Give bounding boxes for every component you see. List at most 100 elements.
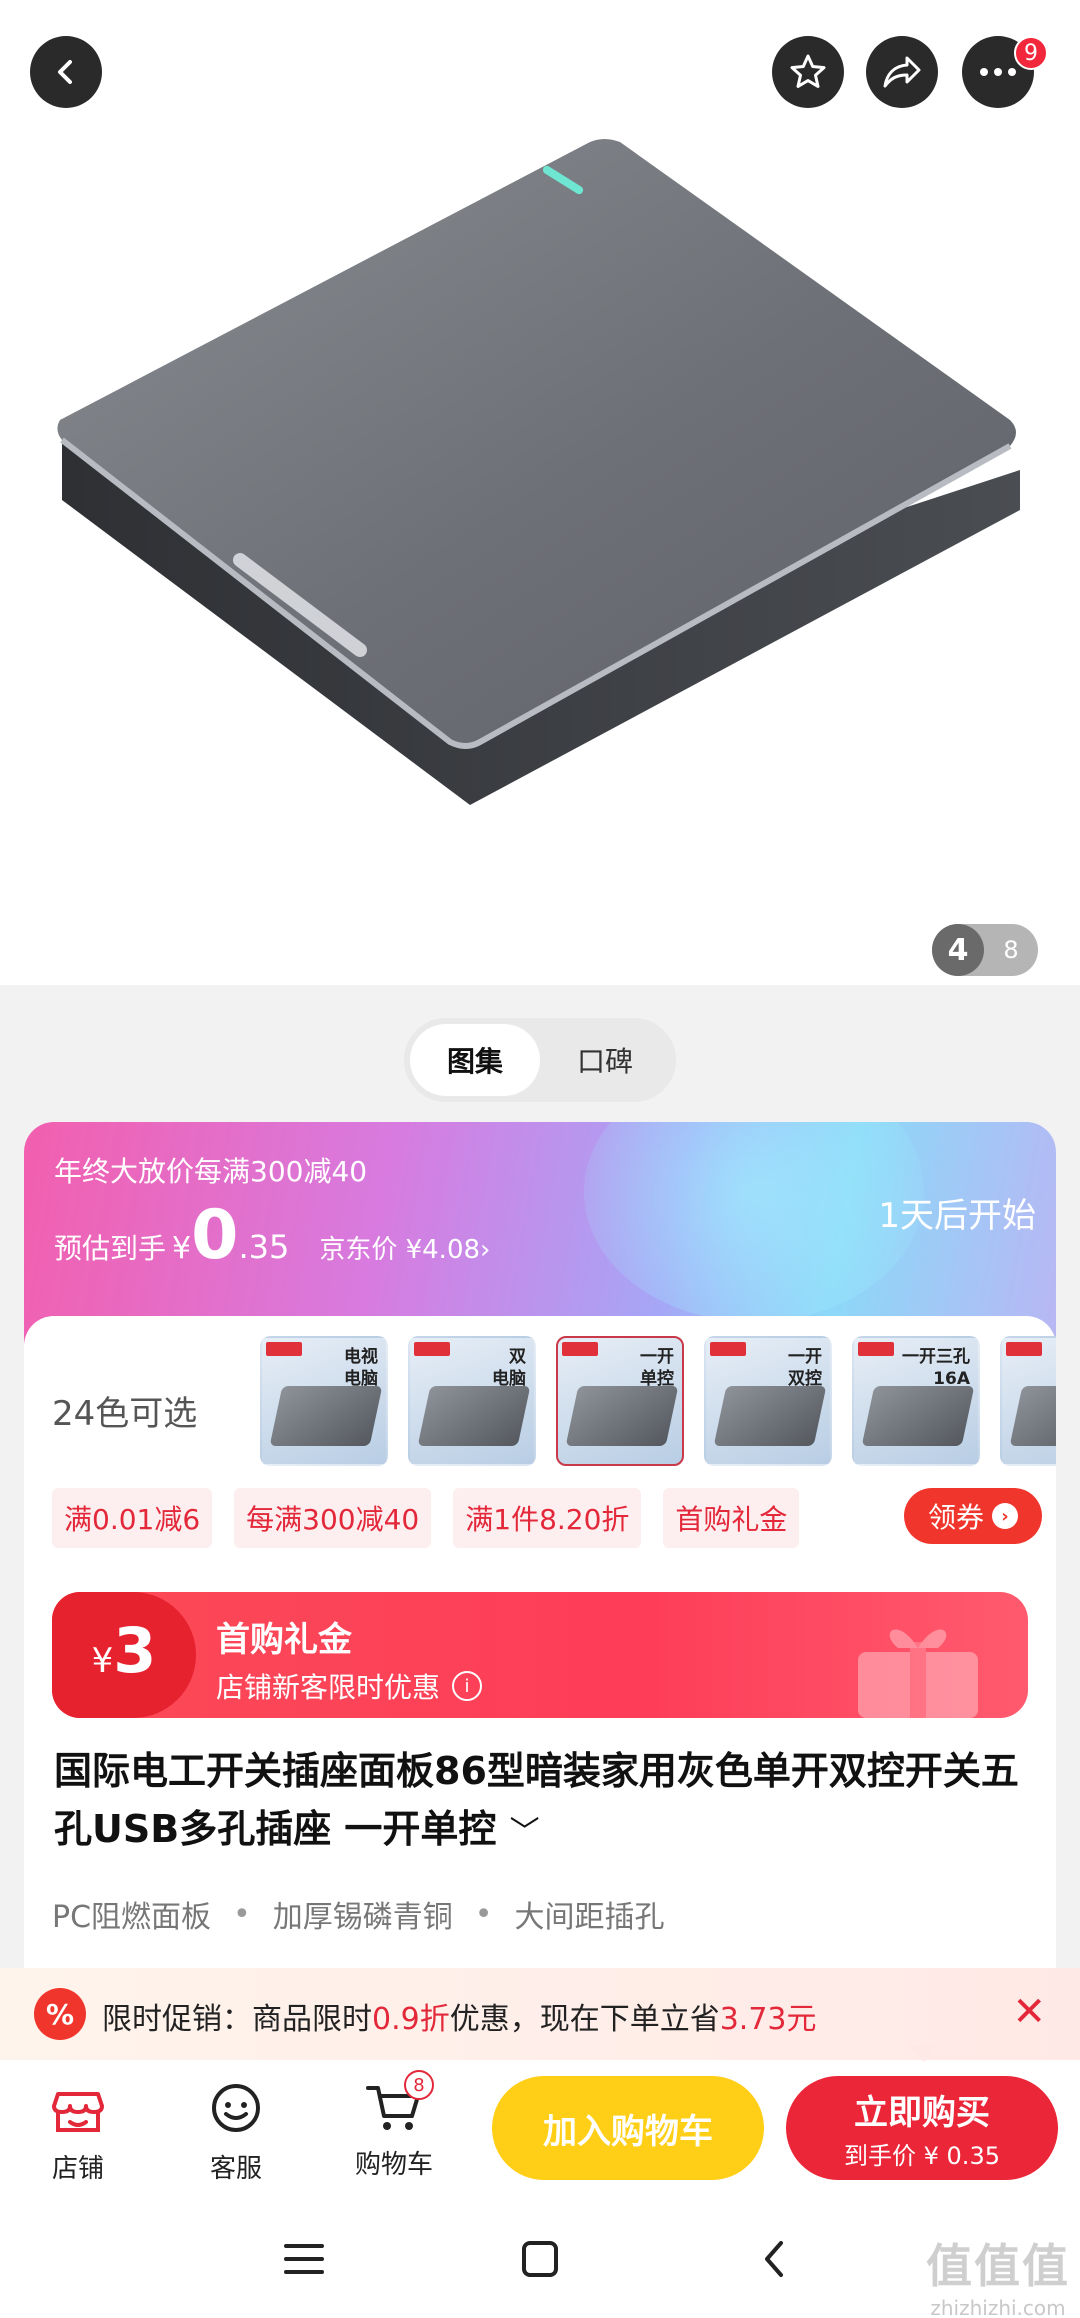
- product-image: [57, 139, 1020, 805]
- variant-caption: 双 电脑: [492, 1347, 526, 1389]
- share-button[interactable]: [866, 36, 938, 108]
- variant-thumb[interactable]: 一开三孔 16A: [852, 1336, 980, 1466]
- gift-subtitle: 店铺新客限时优惠: [216, 1671, 441, 1704]
- cart-label: 购物车: [354, 2150, 433, 2180]
- variant-image: [269, 1386, 383, 1446]
- home-button[interactable]: [510, 2234, 570, 2284]
- coupon-tag[interactable]: 每满300减40: [234, 1488, 432, 1548]
- variant-thumb[interactable]: 双 电脑: [408, 1336, 536, 1466]
- chevron-down-icon[interactable]: ﹀: [510, 1815, 540, 1850]
- variant-thumb[interactable]: 电视 电脑: [260, 1336, 388, 1466]
- info-icon[interactable]: i: [452, 1671, 483, 1701]
- brand-logo: [710, 1342, 746, 1356]
- jd-price-link[interactable]: 京东价 ¥4.08›: [319, 1229, 490, 1266]
- variant-image: [713, 1386, 827, 1446]
- buy-now-price: 到手价 ¥ 0.35: [844, 2142, 1000, 2170]
- pager-current: 4: [932, 924, 984, 976]
- variant-caption: 电视 电脑: [344, 1347, 378, 1389]
- currency-symbol: ¥: [172, 1231, 192, 1266]
- store-label: 店铺: [51, 2154, 104, 2184]
- chevron-left-icon: [58, 60, 72, 84]
- product-feature-tags: PC阻燃面板 • 加厚锡磷青铜 • 大间距插孔: [52, 1892, 664, 1936]
- add-to-cart-button[interactable]: 加入购物车: [492, 2076, 764, 2180]
- brand-logo: [414, 1342, 450, 1356]
- brand-logo: [266, 1342, 302, 1356]
- gift-box-icon: [858, 1629, 978, 1718]
- coupon-tag[interactable]: 首购礼金: [663, 1488, 800, 1548]
- system-back-button[interactable]: [744, 2234, 804, 2284]
- site-watermark: 值值值 zhizhizhi.com: [926, 2230, 1070, 2318]
- limited-promo-text: 限时促销：商品限时0.9折优惠，现在下单立省3.73元: [102, 1994, 817, 2038]
- back-arrow-icon: [765, 2241, 783, 2277]
- promo-glow: [584, 1122, 924, 1322]
- recent-apps-button[interactable]: [274, 2234, 334, 2284]
- get-coupon-button[interactable]: 领券 ›: [904, 1488, 1042, 1544]
- buy-now-button[interactable]: 立即购买 到手价 ¥ 0.35: [786, 2076, 1058, 2180]
- variant-count[interactable]: 24色可选: [52, 1386, 197, 1435]
- product-gallery[interactable]: 9 4 8: [0, 0, 1080, 985]
- feature-tag: 加厚锡磷青铜: [272, 1900, 453, 1935]
- price-integer: 0: [191, 1196, 239, 1275]
- first-purchase-gift-banner[interactable]: ¥ 3 首购礼金 店铺新客限时优惠 i: [52, 1592, 1028, 1718]
- price-decimal: .35: [238, 1228, 290, 1266]
- product-title[interactable]: 国际电工开关插座面板86型暗装家用灰色单开双控开关五孔USB多孔插座 一开单控 …: [54, 1742, 1034, 1862]
- variant-thumb-selected[interactable]: 一开 单控: [556, 1336, 684, 1466]
- gift-title: 首购礼金: [216, 1620, 352, 1660]
- gift-subtitle-row: 店铺新客限时优惠 i: [216, 1666, 483, 1706]
- customer-service-button[interactable]: 客服: [176, 2080, 296, 2185]
- menu-icon: [284, 2244, 324, 2274]
- close-icon[interactable]: ✕: [1012, 1992, 1046, 2032]
- variant-thumbnails[interactable]: 电视 电脑 双 电脑 一开 单控 一开 双控 一开三孔 16A: [260, 1336, 1056, 1466]
- promo-start-time: 1天后开始: [878, 1196, 1036, 1236]
- variant-caption: 一开 单控: [640, 1347, 674, 1389]
- promo-prefix: 限时促销：商品限时: [102, 2002, 372, 2037]
- variant-image: [565, 1386, 679, 1446]
- gift-amount: ¥ 3: [52, 1592, 196, 1718]
- brand-logo: [858, 1342, 894, 1356]
- media-tabs: 图集 口碑: [404, 1018, 676, 1102]
- promo-middle: 优惠，现在下单立省: [449, 2002, 720, 2037]
- service-label: 客服: [209, 2154, 262, 2184]
- star-icon: [790, 54, 826, 88]
- promo-saving: 3.73元: [719, 2002, 817, 2037]
- gift-value: 3: [113, 1614, 157, 1687]
- coupon-row: 满0.01减6 每满300减40 满1件8.20折 首购礼金 领券 ›: [52, 1488, 1042, 1548]
- variant-image: [417, 1386, 531, 1446]
- store-icon: [52, 2092, 104, 2132]
- promo-title: 年终大放价每满300减40: [54, 1155, 368, 1188]
- coupon-tag[interactable]: 满1件8.20折: [453, 1488, 642, 1548]
- favorite-button[interactable]: [772, 36, 844, 108]
- more-dots-icon: [980, 68, 1016, 76]
- coupon-tag[interactable]: 满0.01减6: [52, 1488, 213, 1548]
- chat-face-icon: [212, 2084, 260, 2132]
- gift-currency: ¥: [91, 1641, 114, 1681]
- tab-gallery[interactable]: 图集: [410, 1024, 540, 1096]
- chevron-right-icon: ›: [992, 1503, 1018, 1529]
- pager-total: 8: [1003, 936, 1019, 964]
- cart-icon-wrap: 8: [364, 2070, 434, 2136]
- variant-thumb[interactable]: 一开 双控: [704, 1336, 832, 1466]
- variant-thumb[interactable]: [1000, 1336, 1056, 1466]
- cart-button[interactable]: 8 购物车: [334, 2070, 454, 2181]
- promo-discount: 0.9折: [372, 2002, 450, 2037]
- buy-now-label: 立即购买: [854, 2093, 990, 2133]
- brand-logo: [1006, 1342, 1042, 1356]
- variant-caption: 一开 双控: [788, 1347, 822, 1389]
- more-badge: 9: [1014, 36, 1048, 70]
- gallery-pager: 4 8: [932, 924, 1038, 976]
- variant-caption: 一开三孔 16A: [902, 1347, 970, 1389]
- dot-separator: •: [474, 1896, 493, 1932]
- tab-reviews[interactable]: 口碑: [540, 1024, 670, 1096]
- get-coupon-label: 领券: [927, 1501, 984, 1534]
- product-info-card: 24色可选 电视 电脑 双 电脑 一开 单控 一开 双控 一开三孔 16A 满0…: [24, 1316, 1056, 2056]
- brand-logo: [562, 1342, 598, 1356]
- discount-icon: %: [34, 1988, 86, 2040]
- share-icon: [883, 56, 921, 88]
- variant-image: [1009, 1386, 1056, 1446]
- home-square-icon: [522, 2241, 558, 2277]
- bottom-action-bar: 店铺 客服 8 购物车 加入购物车 立即购买 到手价 ¥ 0.35: [0, 2046, 1080, 2200]
- watermark-url: zhizhizhi.com: [930, 2296, 1066, 2318]
- promo-price: 预估到手 ¥ 0 .35 京东价 ¥4.08›: [54, 1202, 490, 1270]
- back-button[interactable]: [30, 36, 102, 108]
- store-button[interactable]: 店铺: [18, 2080, 138, 2185]
